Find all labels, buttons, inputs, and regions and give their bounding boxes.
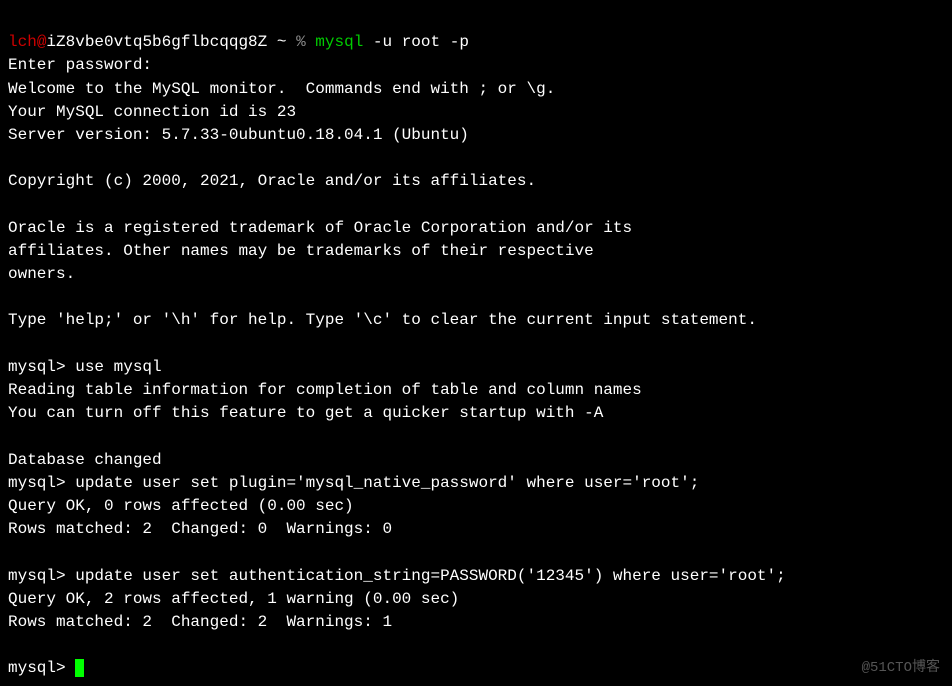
line-server-version: Server version: 5.7.33-0ubuntu0.18.04.1 … [8, 126, 469, 144]
line-rows-matched-1: Rows matched: 2 Changed: 0 Warnings: 0 [8, 520, 392, 538]
mysql-use-cmd: mysql> use mysql [8, 358, 162, 376]
shell-command-args: -u root -p [363, 33, 469, 51]
shell-at: @ [37, 33, 47, 51]
line-query-ok-2: Query OK, 2 rows affected, 1 warning (0.… [8, 590, 459, 608]
line-help: Type 'help;' or '\h' for help. Type '\c'… [8, 311, 757, 329]
line-reading-tables: Reading table information for completion… [8, 381, 642, 399]
shell-user: lch [8, 33, 37, 51]
line-trademark-1: Oracle is a registered trademark of Orac… [8, 219, 632, 237]
cursor-icon [75, 659, 84, 677]
watermark-text: @51CTO博客 [862, 658, 940, 678]
line-enter-password: Enter password: [8, 56, 152, 74]
shell-path: ~ [267, 33, 296, 51]
shell-host: iZ8vbe0vtq5b6gflbcqqg8Z [46, 33, 267, 51]
line-trademark-2: affiliates. Other names may be trademark… [8, 242, 594, 260]
line-trademark-3: owners. [8, 265, 75, 283]
terminal-output[interactable]: lch@iZ8vbe0vtq5b6gflbcqqg8Z ~ % mysql -u… [8, 8, 944, 680]
shell-pct: % [296, 33, 315, 51]
line-copyright: Copyright (c) 2000, 2021, Oracle and/or … [8, 172, 536, 190]
line-welcome: Welcome to the MySQL monitor. Commands e… [8, 80, 555, 98]
line-turn-off-a: You can turn off this feature to get a q… [8, 404, 603, 422]
line-db-changed: Database changed [8, 451, 162, 469]
mysql-update-plugin-cmd: mysql> update user set plugin='mysql_nat… [8, 474, 699, 492]
mysql-update-password-cmd: mysql> update user set authentication_st… [8, 567, 786, 585]
shell-command: mysql [315, 33, 363, 51]
line-rows-matched-2: Rows matched: 2 Changed: 2 Warnings: 1 [8, 613, 392, 631]
line-query-ok-1: Query OK, 0 rows affected (0.00 sec) [8, 497, 354, 515]
mysql-prompt-current[interactable]: mysql> [8, 659, 75, 677]
line-connection-id: Your MySQL connection id is 23 [8, 103, 296, 121]
